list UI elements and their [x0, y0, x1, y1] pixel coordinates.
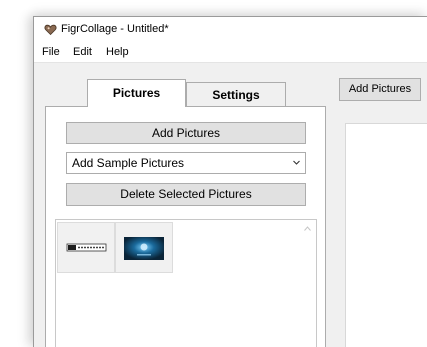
blue-artwork-thumbnail-icon — [124, 237, 164, 260]
menu-bar: File Edit Help — [34, 43, 427, 63]
app-heart-icon — [44, 24, 57, 36]
title-bar[interactable]: FigrCollage - Untitled* — [34, 17, 427, 43]
menu-file[interactable]: File — [42, 46, 60, 58]
window-title: FigrCollage - Untitled* — [61, 23, 169, 35]
menu-edit[interactable]: Edit — [73, 46, 92, 58]
tab-settings[interactable]: Settings — [186, 82, 286, 106]
tab-pictures[interactable]: Pictures — [87, 79, 186, 107]
scroll-up-arrow-icon[interactable] — [304, 226, 311, 231]
logo-thumbnail-icon — [66, 243, 107, 252]
app-window: FigrCollage - Untitled* File Edit Help P… — [33, 16, 427, 347]
add-pictures-toolbar-button[interactable]: Add Pictures — [339, 78, 421, 101]
chevron-down-icon — [293, 160, 300, 165]
collage-canvas[interactable] — [345, 123, 427, 347]
picture-thumbnail[interactable] — [57, 222, 115, 273]
delete-selected-pictures-button[interactable]: Delete Selected Pictures — [66, 183, 306, 206]
picture-thumbnail[interactable] — [115, 222, 173, 273]
add-pictures-button[interactable]: Add Pictures — [66, 122, 306, 144]
sample-pictures-select-value: Add Sample Pictures — [72, 156, 185, 170]
pictures-list[interactable] — [55, 219, 317, 347]
menu-help[interactable]: Help — [106, 46, 129, 58]
sample-pictures-select[interactable]: Add Sample Pictures — [66, 152, 306, 174]
